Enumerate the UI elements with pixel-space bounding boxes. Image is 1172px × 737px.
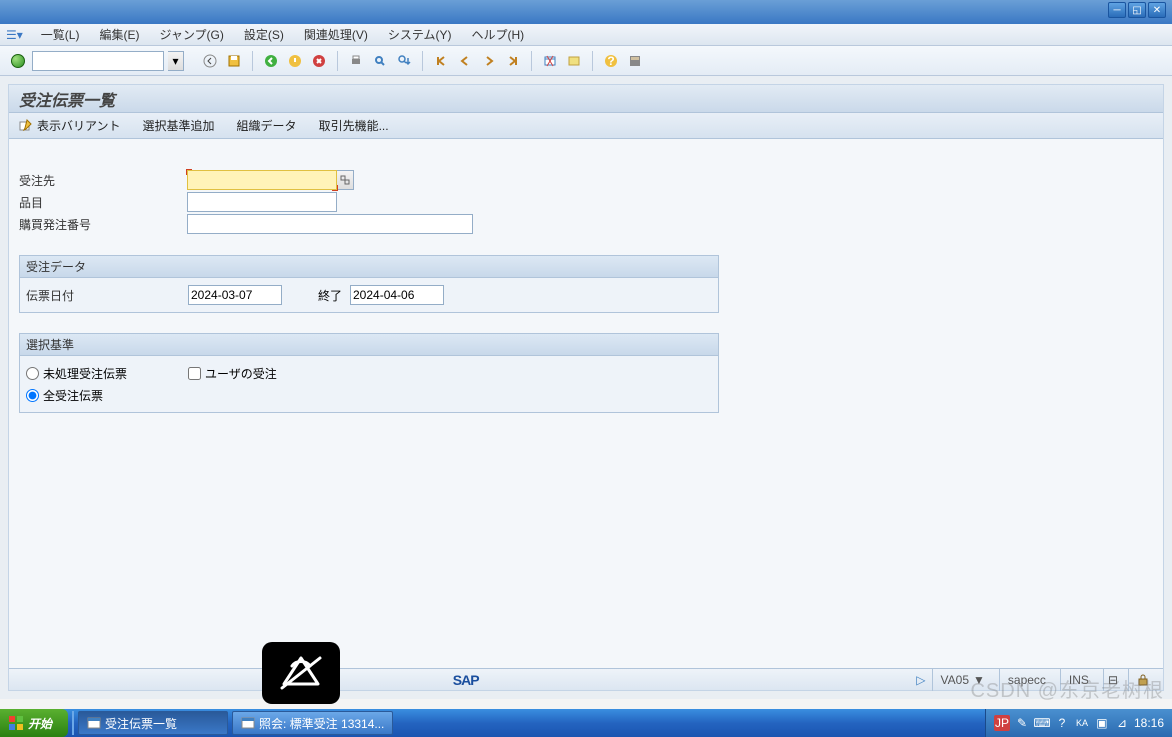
tray-kbd-icon[interactable]: ⌨ [1034,715,1050,731]
new-session-button[interactable] [540,51,560,71]
selection-criteria-group: 選択基準 未処理受注伝票 ユーザの受注 全受注伝票 [19,333,719,413]
page-title: 受注伝票一覧 [9,85,1163,113]
soldto-search-help[interactable] [336,170,354,190]
find-button[interactable] [370,51,390,71]
docdate-label: 伝票日付 [26,287,188,304]
layout-button[interactable] [625,51,645,71]
task-sap1-label: 受注伝票一覧 [105,715,177,732]
menu-jump[interactable]: ジャンプ(G) [149,23,233,46]
app-toolbar: 表示バリアント 選択基準追加 組織データ 取引先機能... [9,113,1163,139]
close-button[interactable]: ✕ [1148,2,1166,18]
sap-window-icon [87,716,101,730]
sap-logo: SAP [453,672,479,688]
system-tray: JP ✎ ⌨ ? KA ▣ ⊿ 18:16 [985,709,1172,737]
my-orders-label: ユーザの受注 [205,365,277,382]
task-sap1[interactable]: 受注伝票一覧 [78,711,228,735]
menu-list[interactable]: 一覧(L) [31,23,90,46]
tray-caps-icon[interactable]: ▣ [1094,715,1110,731]
my-orders-check[interactable]: ユーザの受注 [188,365,277,382]
open-orders-label: 未処理受注伝票 [43,365,127,382]
sap-window-icon [241,716,255,730]
ime-icon[interactable]: JP [994,715,1010,731]
first-page-button[interactable] [431,51,451,71]
partner-func-button[interactable]: 取引先機能... [315,115,393,136]
taskbar: 开始 受注伝票一覧 照会: 標準受注 13314... JP ✎ ⌨ ? KA … [0,709,1172,737]
prev-page-button[interactable] [455,51,475,71]
next-page-button[interactable] [479,51,499,71]
start-label: 开始 [28,715,52,732]
menu-settings[interactable]: 設定(S) [234,23,294,46]
order-data-group: 受注データ 伝票日付 終了 [19,255,719,313]
tcode-input[interactable] [32,51,164,71]
save-button[interactable] [224,51,244,71]
status-server: sapecc [999,669,1054,691]
material-input[interactable] [187,192,337,212]
minimize-button[interactable]: ─ [1108,2,1126,18]
overlay-icon [262,642,340,704]
tray-clock[interactable]: 18:16 [1134,716,1164,730]
tray-help-icon[interactable]: ? [1054,715,1070,731]
po-input[interactable] [187,214,473,234]
tray-kana-icon[interactable]: KA [1074,715,1090,731]
title-bar: ─ ◱ ✕ [0,0,1172,24]
enter-button[interactable] [8,51,28,71]
status-nav-icon[interactable]: ▷ [916,673,925,687]
status-bar: SAP ▷ VA05 ▼ sapecc INS ⊟ [9,668,1163,690]
status-mode: INS [1060,669,1097,691]
status-tcode[interactable]: VA05 ▼ [932,669,993,691]
tcode-dropdown[interactable]: ▾ [168,51,184,71]
back-button[interactable] [200,51,220,71]
docdate-from-input[interactable] [188,285,282,305]
add-criteria-button[interactable]: 選択基準追加 [139,115,219,136]
variant-icon [19,119,33,133]
tray-tool-icon[interactable]: ✎ [1014,715,1030,731]
menu-edit[interactable]: 編集(E) [89,23,149,46]
open-orders-radio[interactable]: 未処理受注伝票 [26,365,188,382]
soldto-label: 受注先 [19,172,187,189]
help-button[interactable]: ? [601,51,621,71]
display-variant-button[interactable]: 表示バリアント [15,115,125,136]
toolbar: ▾ ? [0,46,1172,76]
menu-app-icon[interactable]: ☰▾ [6,28,23,42]
status-lock-icon[interactable] [1128,669,1157,691]
org-data-button[interactable]: 組織データ [233,115,301,136]
tray-vol-icon[interactable]: ⊿ [1114,715,1130,731]
exit-button[interactable] [285,51,305,71]
menu-bar: ☰▾ 一覧(L) 編集(E) ジャンプ(G) 設定(S) 関連処理(V) システ… [0,24,1172,46]
po-label: 購買発注番号 [19,216,187,233]
last-page-button[interactable] [503,51,523,71]
status-expand-icon[interactable]: ⊟ [1103,669,1122,691]
order-data-title: 受注データ [20,256,718,278]
print-button[interactable] [346,51,366,71]
svg-text:?: ? [607,54,614,68]
task-sap2[interactable]: 照会: 標準受注 13314... [232,711,393,735]
material-label: 品目 [19,194,187,211]
all-orders-label: 全受注伝票 [43,387,103,404]
docdate-to-label: 終了 [318,287,350,304]
cancel-button[interactable] [309,51,329,71]
find-next-button[interactable] [394,51,414,71]
all-orders-radio[interactable]: 全受注伝票 [26,387,103,404]
menu-help[interactable]: ヘルプ(H) [461,23,534,46]
task-sap2-label: 照会: 標準受注 13314... [259,715,384,732]
menu-system[interactable]: システム(Y) [378,23,462,46]
soldto-input[interactable] [187,170,337,190]
start-button[interactable]: 开始 [0,709,68,737]
menu-related[interactable]: 関連処理(V) [294,23,378,46]
windows-icon [8,715,24,731]
maximize-button[interactable]: ◱ [1128,2,1146,18]
docdate-to-input[interactable] [350,285,444,305]
back-green-button[interactable] [261,51,281,71]
display-variant-label: 表示バリアント [37,117,121,134]
selection-criteria-title: 選択基準 [20,334,718,356]
shortcut-button[interactable] [564,51,584,71]
